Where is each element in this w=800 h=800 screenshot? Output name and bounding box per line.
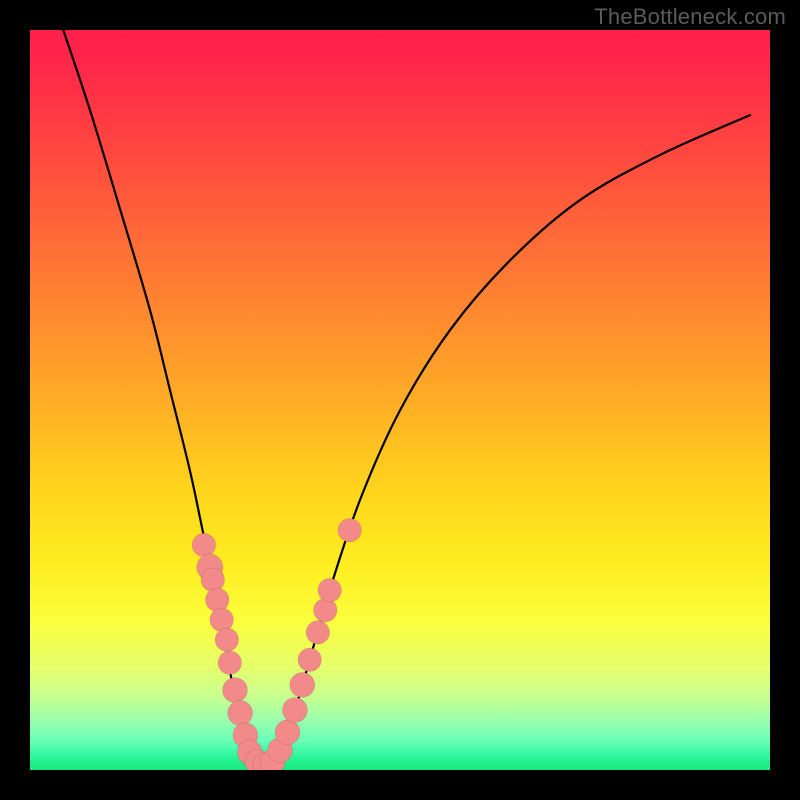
data-marker [275,720,300,745]
data-marker [314,598,337,621]
plot-area [30,30,770,770]
marker-layer [192,519,361,770]
data-marker [223,678,248,703]
bottleneck-curve [63,30,750,767]
data-marker [306,621,329,644]
data-marker [205,588,228,611]
data-marker [201,568,224,591]
chart-svg [30,30,770,770]
data-marker [215,628,238,651]
data-marker [210,608,233,631]
data-marker [228,701,253,726]
data-marker [192,533,215,556]
data-marker [298,648,321,671]
data-marker [318,578,341,601]
chart-stage: TheBottleneck.com [0,0,800,800]
watermark-text: TheBottleneck.com [594,4,786,30]
data-marker [282,698,307,723]
data-marker [218,651,241,674]
data-marker [290,672,315,697]
data-marker [338,519,361,542]
